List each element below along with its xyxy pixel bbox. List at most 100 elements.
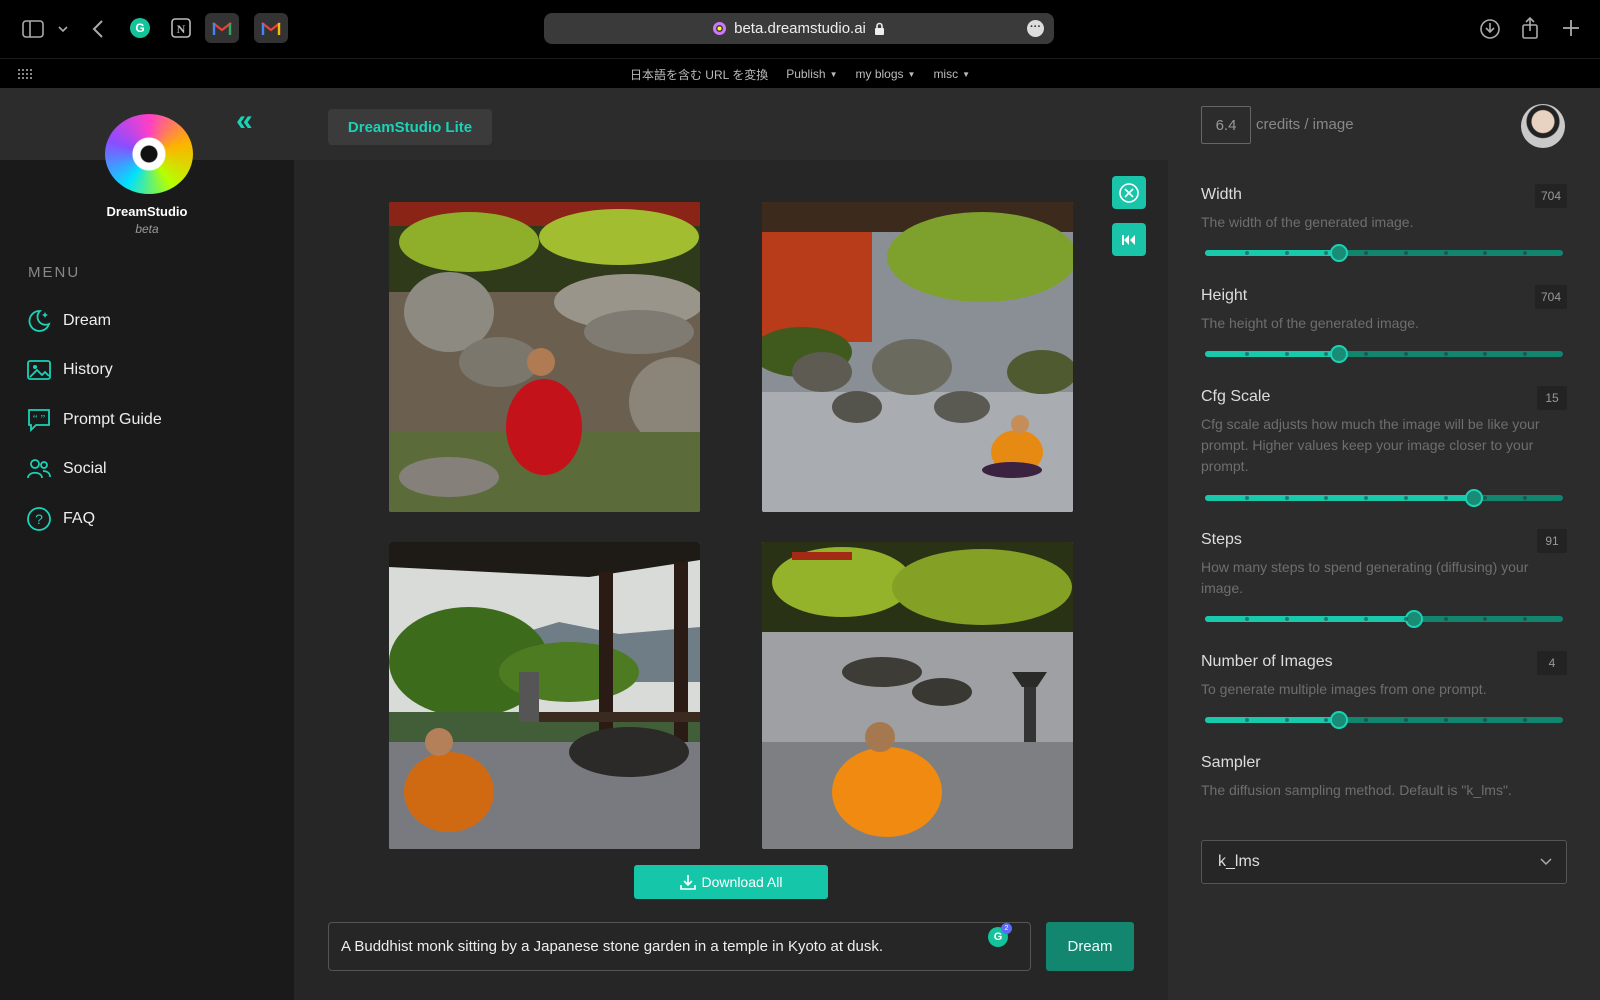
slider-thumb[interactable] — [1464, 489, 1483, 507]
slider-tick — [1443, 718, 1448, 722]
setting-description: How many steps to spend generating (diff… — [1201, 559, 1529, 596]
slider-thumb[interactable] — [1330, 244, 1349, 262]
slider-tick — [1523, 251, 1528, 255]
slider-thumb[interactable] — [1405, 610, 1424, 628]
setting-value[interactable]: 4 — [1537, 651, 1567, 675]
setting-title: Height — [1201, 287, 1248, 304]
chevron-down-icon[interactable] — [56, 20, 70, 38]
dreamstudio-app: DreamStudio beta « MENU Dream History “ … — [0, 88, 1600, 1000]
notion-extension-icon[interactable]: N — [164, 13, 198, 43]
svg-text:N: N — [177, 22, 186, 36]
address-bar[interactable]: beta.dreamstudio.ai ··· — [544, 13, 1054, 44]
svg-text:“ ”: “ ” — [33, 413, 46, 425]
slider-thumb[interactable] — [1330, 345, 1349, 363]
site-favicon — [713, 22, 727, 35]
slider-tick — [1443, 496, 1448, 500]
chevron-down-icon: ▼ — [907, 69, 916, 79]
setting-value[interactable]: 91 — [1537, 529, 1567, 553]
sampler-select[interactable]: k_lms — [1201, 840, 1567, 884]
bookmark-folder[interactable]: Publish ▼ — [786, 67, 837, 81]
height-slider[interactable] — [1205, 345, 1563, 363]
setting-title: Cfg Scale — [1201, 388, 1271, 405]
url-text: beta.dreamstudio.ai — [734, 20, 866, 37]
rewind-icon — [1122, 234, 1135, 245]
sampler-selected-value: k_lms — [1218, 853, 1260, 870]
collapse-sidebar-icon[interactable]: « — [236, 106, 253, 136]
sidebar-item-faq[interactable]: ? FAQ — [26, 494, 276, 544]
credits-value: 6.4 — [1201, 106, 1251, 144]
bookmark-folder[interactable]: misc ▼ — [933, 67, 970, 81]
download-icon — [679, 875, 696, 890]
share-icon[interactable] — [1519, 15, 1541, 41]
setting-value[interactable]: 15 — [1537, 386, 1567, 410]
slider-tick — [1284, 352, 1289, 356]
slider-tick — [1443, 251, 1448, 255]
download-all-button[interactable]: Download All — [634, 865, 828, 899]
more-options-icon[interactable]: ··· — [1027, 20, 1044, 37]
number-of-images-slider[interactable] — [1205, 711, 1563, 729]
people-icon — [27, 459, 51, 479]
prompt-input[interactable]: A Buddhist monk sitting by a Japanese st… — [328, 922, 1031, 971]
bookmark-folder[interactable]: my blogs ▼ — [855, 67, 915, 81]
main-area: DreamStudio Lite Download All A Buddhist… — [294, 88, 1168, 1000]
slider-tick — [1443, 352, 1448, 356]
slider-tick — [1443, 617, 1448, 621]
slider-tick — [1244, 718, 1249, 722]
slider-fill — [1205, 717, 1340, 723]
dreamstudio-lite-button[interactable]: DreamStudio Lite — [328, 109, 492, 145]
setting-value[interactable]: 704 — [1534, 285, 1567, 309]
slider-tick — [1284, 718, 1289, 722]
brand-name: DreamStudio — [106, 204, 188, 219]
credits-label: credits / image — [1256, 116, 1354, 133]
generated-image[interactable] — [389, 542, 700, 849]
sidebar-item-dream[interactable]: Dream — [26, 296, 276, 346]
setting-description: The height of the generated image. — [1201, 315, 1419, 331]
steps-slider[interactable] — [1205, 610, 1563, 628]
gmail-extension-icon[interactable] — [205, 13, 239, 43]
sidebar-item-prompt-guide[interactable]: “ ” Prompt Guide — [26, 395, 276, 445]
images-icon — [27, 360, 51, 381]
setting-title: Number of Images — [1201, 653, 1333, 670]
setting-title: Steps — [1201, 531, 1242, 548]
generated-image[interactable] — [762, 542, 1073, 849]
setting-value[interactable]: 704 — [1534, 184, 1567, 208]
grammarly-extension-icon[interactable]: G — [123, 13, 157, 43]
bookmark-list: 日本語を含む URL を変換 Publish ▼ my blogs ▼ misc ▼ — [0, 59, 1600, 89]
slider-tick — [1284, 251, 1289, 255]
prompt-text: A Buddhist monk sitting by a Japanese st… — [341, 938, 883, 955]
sidebar-toggle-icon[interactable] — [20, 18, 46, 40]
setting-description: To generate multiple images from one pro… — [1201, 681, 1487, 697]
slider-tick — [1403, 352, 1408, 356]
avatar[interactable] — [1521, 104, 1565, 148]
downloads-icon[interactable] — [1478, 17, 1502, 41]
generated-image[interactable] — [762, 202, 1073, 512]
bookmark-item[interactable]: 日本語を含む URL を変換 — [630, 66, 768, 83]
grammarly-count-badge: 2 — [1001, 923, 1012, 934]
sidebar-item-label: Social — [63, 460, 107, 478]
svg-text:?: ? — [35, 511, 43, 527]
slider-tick — [1244, 352, 1249, 356]
sidebar: DreamStudio beta « MENU Dream History “ … — [0, 88, 294, 1000]
download-all-label: Download All — [701, 874, 783, 890]
setting-title: Sampler — [1201, 754, 1261, 771]
width-slider[interactable] — [1205, 244, 1563, 262]
slider-tick — [1523, 352, 1528, 356]
gmail-extension-icon-2[interactable] — [254, 13, 288, 43]
sidebar-item-social[interactable]: Social — [26, 445, 276, 495]
new-tab-icon[interactable] — [1560, 17, 1582, 39]
close-gallery-button[interactable] — [1112, 176, 1146, 209]
back-icon[interactable] — [88, 17, 108, 41]
setting-description: The diffusion sampling method. Default i… — [1201, 782, 1512, 798]
generated-image[interactable] — [389, 202, 700, 512]
rewind-button[interactable] — [1112, 223, 1146, 256]
slider-thumb[interactable] — [1330, 711, 1349, 729]
dream-button[interactable]: Dream — [1046, 922, 1134, 971]
chevron-down-icon: ▼ — [829, 69, 838, 79]
bookmarks-bar: 日本語を含む URL を変換 Publish ▼ my blogs ▼ misc ▼ — [0, 58, 1600, 88]
sidebar-item-history[interactable]: History — [26, 346, 276, 396]
question-circle-icon: ? — [27, 506, 51, 531]
cfg-scale-slider[interactable] — [1205, 489, 1563, 507]
browser-chrome: G N beta.dreamstudio.ai ··· 日本語を含む URL を… — [0, 0, 1600, 88]
dreamstudio-logo[interactable] — [105, 114, 193, 194]
slider-tick — [1483, 251, 1488, 255]
